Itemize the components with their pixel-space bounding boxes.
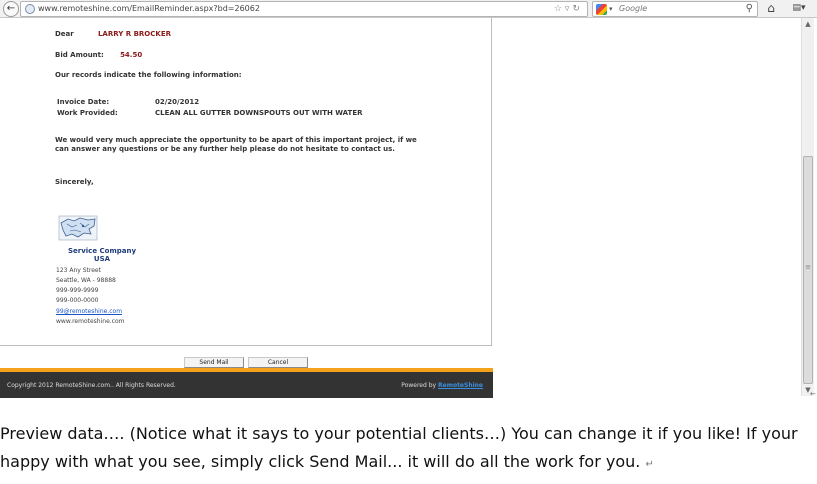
google-icon[interactable] (596, 4, 607, 15)
website-text: www.remoteshine.com (56, 318, 125, 325)
browser-toolbar: ← www.remoteshine.com/EmailReminder.aspx… (0, 0, 817, 18)
phone-primary: 999-999-9999 (56, 287, 99, 294)
grip-icon: ≡ (805, 263, 811, 271)
dear-label: Dear (55, 30, 74, 38)
remoteshine-link[interactable]: RemoteShine (438, 382, 483, 389)
url-actions: ☆▿↻ (554, 3, 583, 15)
caption-line-1: Preview data…. (Notice what it says to y… (0, 424, 798, 443)
reload-icon[interactable]: ↻ (572, 4, 583, 14)
resize-icon: ← (810, 390, 816, 398)
closing-text: Sincerely, (55, 178, 94, 186)
address-city: Seattle, WA - 98888 (56, 277, 116, 284)
email-preview: Dear LARRY R BROCKER Bid Amount: 54.50 O… (0, 18, 492, 346)
star-icon[interactable]: ☆ (554, 4, 565, 14)
scroll-up-icon[interactable]: ▲ (802, 18, 814, 30)
url-bar[interactable]: www.remoteshine.com/EmailReminder.aspx?b… (20, 1, 588, 17)
caption-line-2-text: happy with what you see, simply click Se… (0, 452, 641, 471)
cancel-button[interactable]: Cancel (248, 357, 308, 368)
company-name-line-1: Service Company (67, 247, 137, 255)
url-text: www.remoteshine.com/EmailReminder.aspx?b… (38, 4, 260, 13)
company-logo (58, 215, 98, 241)
send-mail-button[interactable]: Send Mail (184, 357, 244, 368)
work-provided-label: Work Provided: (57, 109, 118, 117)
powered-by-label: Powered by (401, 382, 437, 389)
bid-amount-label: Bid Amount: (55, 51, 104, 59)
home-icon[interactable]: ⌂ (764, 1, 778, 15)
caption-text: Preview data…. (Notice what it says to y… (0, 420, 800, 479)
invoice-date-value: 02/20/2012 (155, 98, 200, 106)
page-footer: Copyright 2012 RemoteShine.com.. All Rig… (0, 372, 493, 398)
return-mark-icon: ↵ (645, 459, 654, 470)
phone-secondary: 999-000-0000 (56, 297, 99, 304)
vertical-scrollbar[interactable]: ▲ ≡ ▼ (801, 18, 814, 396)
scrollbar-thumb[interactable]: ≡ (803, 156, 813, 384)
globe-icon (25, 4, 35, 14)
search-icon[interactable]: ⚲ (746, 2, 753, 16)
company-name-line-2: USA (93, 255, 111, 263)
work-provided-value: CLEAN ALL GUTTER DOWNSPOUTS OUT WITH WAT… (155, 109, 363, 117)
caption-line-2: happy with what you see, simply click Se… (0, 448, 800, 479)
chevron-down-icon[interactable]: ▾ (609, 3, 613, 15)
copyright-text: Copyright 2012 RemoteShine.com.. All Rig… (7, 382, 176, 389)
email-link[interactable]: 99@remoteshine.com (56, 307, 122, 316)
back-arrow-icon[interactable]: ← (3, 1, 19, 17)
appreciation-line-2: can answer any questions or be any furth… (55, 145, 395, 153)
bid-amount-value: 54.50 (120, 51, 143, 59)
customer-name: LARRY R BROCKER (97, 30, 171, 38)
search-bar[interactable]: ▾ Google ⚲ (592, 1, 758, 17)
records-text: Our records indicate the following infor… (55, 71, 242, 79)
search-input[interactable]: Google (619, 3, 647, 15)
invoice-date-label: Invoice Date: (57, 98, 110, 106)
menu-icon[interactable]: ▤▾ (788, 2, 810, 14)
company-name: Service Company USA (62, 247, 142, 263)
address-street: 123 Any Street (56, 267, 101, 274)
appreciation-line-1: We would very much appreciate the opport… (55, 136, 417, 144)
powered-by: Powered by RemoteShine (401, 382, 483, 390)
